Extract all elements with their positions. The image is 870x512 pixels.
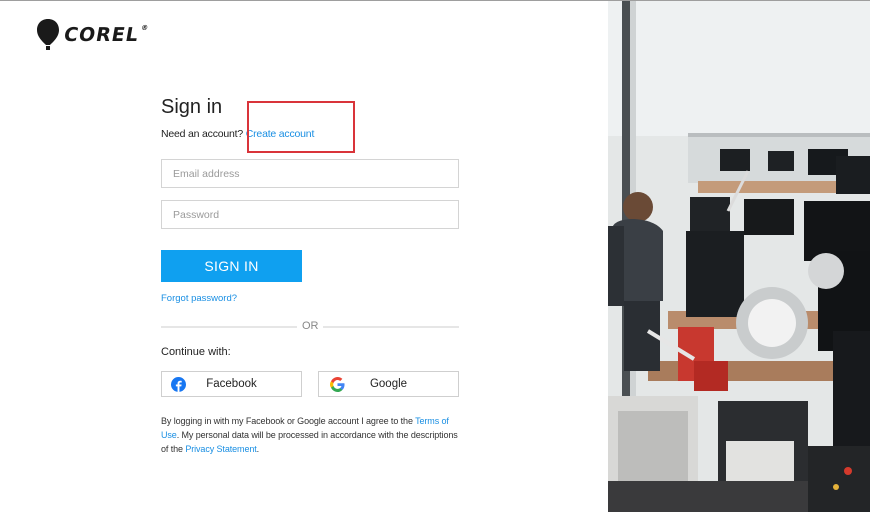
need-account-text: Need an account? xyxy=(161,128,244,140)
logo-wordmark: COREL® xyxy=(62,24,150,46)
email-field[interactable] xyxy=(161,159,459,188)
sign-in-button[interactable]: SIGN IN xyxy=(161,250,302,282)
corel-logo: COREL® xyxy=(36,18,150,52)
facebook-button[interactable]: Facebook xyxy=(161,371,302,397)
or-divider: OR xyxy=(161,320,459,334)
forgot-password-link[interactable]: Forgot password? xyxy=(161,293,237,304)
balloon-logo-icon xyxy=(37,19,59,50)
facebook-icon xyxy=(171,377,186,392)
password-field[interactable] xyxy=(161,200,459,229)
office-photo-illustration xyxy=(608,1,870,512)
divider-line-right xyxy=(323,326,459,328)
legal-text-1: By logging in with my Facebook or Google… xyxy=(161,416,416,426)
page-title: Sign in xyxy=(161,96,223,118)
office-photo xyxy=(608,1,870,512)
privacy-statement-link[interactable]: Privacy Statement xyxy=(185,444,256,454)
or-label: OR xyxy=(302,320,319,332)
legal-text-3: . xyxy=(256,444,260,454)
highlight-box xyxy=(247,101,355,153)
google-button[interactable]: Google xyxy=(318,371,459,397)
google-icon xyxy=(330,377,345,392)
divider-line-left xyxy=(161,326,297,328)
legal-notice: By logging in with my Facebook or Google… xyxy=(161,414,461,456)
continue-with-label: Continue with: xyxy=(161,346,231,358)
